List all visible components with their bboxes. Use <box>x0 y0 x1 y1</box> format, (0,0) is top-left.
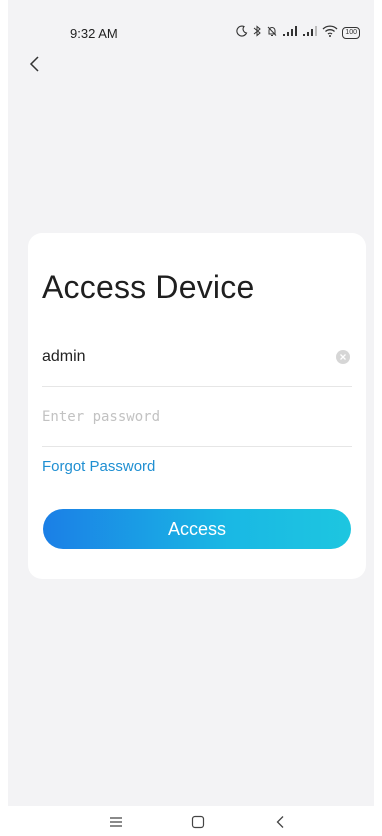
back-button[interactable] <box>24 53 44 75</box>
password-input[interactable] <box>42 404 322 430</box>
signal-icon <box>302 25 318 41</box>
username-input[interactable] <box>42 344 322 370</box>
mute-bell-icon <box>266 25 278 41</box>
wifi-icon <box>322 25 338 41</box>
signal-icon <box>282 25 298 41</box>
app-screen: 9:32 AM 100 Access Device admin Forgot P… <box>8 0 374 806</box>
page-title: Access Device <box>42 269 255 305</box>
back-nav-button[interactable] <box>268 812 292 832</box>
clear-username-button[interactable] <box>336 350 350 364</box>
access-button[interactable]: Access <box>43 509 351 549</box>
close-icon <box>340 354 346 360</box>
status-icons: 100 <box>236 25 360 41</box>
access-device-card: Access Device Forgot Password Access <box>28 233 366 579</box>
battery-icon: 100 <box>342 27 360 39</box>
password-field <box>42 394 352 447</box>
status-time: 9:32 AM <box>70 26 118 41</box>
back-icon <box>276 816 284 828</box>
username-field <box>42 334 352 387</box>
home-icon <box>191 815 205 829</box>
menu-nav-button[interactable] <box>104 812 128 832</box>
forgot-password-link[interactable]: Forgot Password <box>42 458 155 475</box>
system-nav-bar <box>0 806 382 836</box>
moon-icon <box>236 25 248 41</box>
back-chevron-icon <box>29 56 39 72</box>
bluetooth-icon <box>252 25 262 41</box>
home-nav-button[interactable] <box>186 812 210 832</box>
menu-icon <box>110 817 122 827</box>
